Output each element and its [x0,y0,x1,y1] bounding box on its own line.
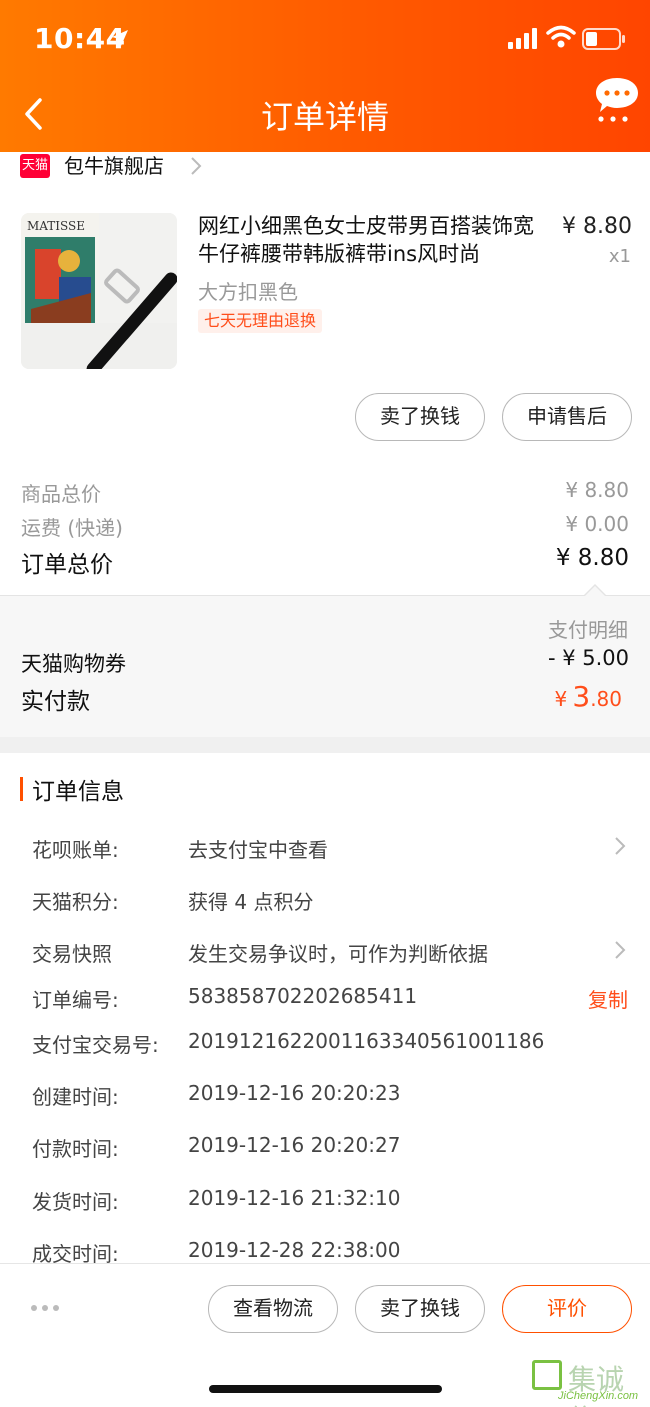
tmall-badge: 天猫 [20,154,50,178]
paid-integer: 3 [572,680,591,713]
tmall-points-row: 天猫积分: 获得 4 点积分 [32,886,632,916]
watermark: 集诚信 JiChengXin.com [528,1358,646,1407]
panel-pointer-inner [584,586,606,597]
order-number-row: 订单编号: 583858702202685411 复制 [32,984,632,1014]
after-sales-button[interactable]: 申请售后 [502,393,632,441]
page-title: 订单详情 [260,98,389,136]
more-dots-icon[interactable] [30,1304,60,1312]
info-key: 交易快照 [32,942,112,966]
location-arrow-icon [112,30,128,46]
copy-order-number-button[interactable]: 复制 [588,984,628,1013]
info-key: 天猫积分: [32,890,119,914]
paid-currency: ¥ [554,687,568,711]
info-value: 去支付宝中查看 [188,838,328,862]
store-name[interactable]: 包牛旗舰店 [64,150,164,179]
paid-time-row: 付款时间: 2019-12-16 20:20:27 [32,1133,632,1163]
payment-detail-title: 支付明细 [548,618,628,642]
watermark-subtext: JiChengXin.com [558,1390,639,1402]
order-total-value: ¥ 8.80 [555,545,629,571]
info-key: 订单编号: [32,988,119,1012]
created-time-row: 创建时间: 2019-12-16 20:20:23 [32,1081,632,1111]
info-key: 花呗账单: [32,838,119,862]
info-value: 2019-12-16 21:32:10 [188,1186,401,1210]
cellular-signal-icon [508,28,537,49]
bottom-action-bar: 查看物流 卖了换钱 评价 集诚信 JiChengXin.com [0,1263,650,1407]
book-title-text: MATISSE [27,219,85,233]
view-logistics-button[interactable]: 查看物流 [208,1285,338,1333]
sell-for-cash-button-bottom[interactable]: 卖了换钱 [355,1285,485,1333]
chevron-right-icon [191,157,202,175]
shipping-label: 运费 (快递) [21,516,123,540]
info-key: 支付宝交易号: [32,1033,159,1057]
wifi-icon [546,25,576,48]
shipping-value: ¥ 0.00 [565,512,629,536]
section-separator [0,737,650,753]
header: 10:44 订单详情 [0,0,650,152]
info-key: 创建时间: [32,1085,119,1109]
chevron-right-icon [615,941,626,959]
trade-snapshot-row[interactable]: 交易快照 发生交易争议时，可作为判断依据 [32,938,632,968]
shipped-time-row: 发货时间: 2019-12-16 21:32:10 [32,1186,632,1216]
order-total-label: 订单总价 [21,552,113,578]
product-title[interactable]: 网红小细黑色女士皮带男百搭装饰宽牛仔裤腰带韩版裤带ins风时尚 [198,212,546,268]
order-info-title: 订单信息 [32,779,124,805]
huabei-bill-row[interactable]: 花呗账单: 去支付宝中查看 [32,834,632,864]
paid-decimal: .80 [590,687,622,711]
info-key: 发货时间: [32,1190,119,1214]
coupon-value: - ¥ 5.00 [547,646,629,670]
goods-total-value: ¥ 8.80 [565,478,629,502]
order-number-value: 583858702202685411 [188,984,418,1008]
payment-detail-panel: 支付明细 天猫购物券 - ¥ 5.00 实付款 ¥ 3.80 [0,584,650,737]
info-value: 获得 4 点积分 [188,890,314,914]
return-policy-badge: 七天无理由退换 [198,309,323,333]
info-key: 付款时间: [32,1137,119,1161]
product-variant: 大方扣黑色 [198,280,298,304]
info-value: 2019121622001163340561001186 [188,1029,545,1053]
store-row[interactable]: 天猫 包牛旗舰店 [0,152,650,182]
info-value: 2019-12-16 20:20:23 [188,1081,401,1105]
coupon-label: 天猫购物券 [21,652,126,676]
section-accent-bar [20,777,23,801]
review-button[interactable]: 评价 [502,1285,632,1333]
alipay-trade-row: 支付宝交易号: 2019121622001163340561001186 [32,1029,632,1059]
amount-paid-label: 实付款 [21,689,90,715]
battery-icon [582,28,625,50]
amount-paid-value: ¥ 3.80 [555,680,622,713]
product-quantity: x1 [608,246,631,267]
product-price: ¥ 8.80 [562,214,632,239]
info-value: 发生交易争议时，可作为判断依据 [188,942,488,966]
goods-total-label: 商品总价 [21,482,101,506]
sell-for-cash-button[interactable]: 卖了换钱 [355,393,485,441]
product-image[interactable]: MATISSE [21,213,177,369]
message-bubble-icon[interactable] [594,76,640,124]
watermark-logo-icon [532,1360,562,1390]
chevron-right-icon [615,837,626,855]
product-photo: MATISSE [21,213,177,369]
info-value: 2019-12-28 22:38:00 [188,1238,401,1262]
status-bar: 10:44 [0,0,650,80]
info-value: 2019-12-16 20:20:27 [188,1133,401,1157]
home-indicator[interactable] [209,1385,442,1393]
